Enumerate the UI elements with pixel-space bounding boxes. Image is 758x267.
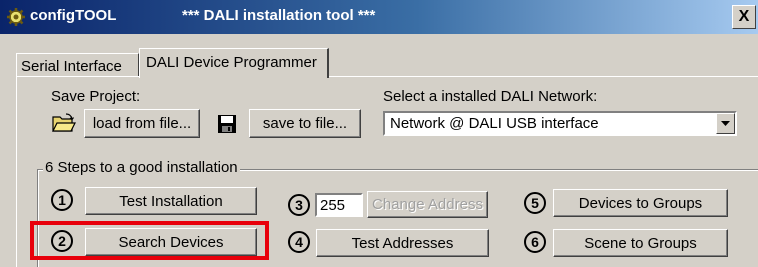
open-folder-icon (52, 113, 76, 137)
step-5-number: 5 (524, 192, 546, 214)
network-select[interactable]: Network @ DALI USB interface (383, 111, 737, 136)
address-input[interactable]: 255 (315, 193, 363, 217)
search-devices-highlight (30, 221, 269, 260)
window-title: configTOOL (30, 7, 117, 24)
save-to-file-button[interactable]: save to file... (249, 109, 361, 138)
dropdown-button[interactable] (716, 113, 735, 134)
gear-icon (6, 7, 26, 27)
save-project-label: Save Project: (51, 88, 141, 105)
steps-group-title: 6 Steps to a good installation (43, 159, 240, 176)
chevron-down-icon (721, 121, 730, 126)
floppy-disk-icon (217, 114, 237, 138)
window-subtitle: *** DALI installation tool *** (182, 7, 376, 24)
test-addresses-button[interactable]: Test Addresses (316, 229, 489, 257)
network-label: Select a installed DALI Network: (383, 88, 598, 105)
tab-dali-device-programmer[interactable]: DALI Device Programmer (139, 48, 329, 78)
scene-to-groups-button[interactable]: Scene to Groups (553, 229, 728, 257)
change-address-button[interactable]: Change Address (367, 191, 488, 218)
step-3-number: 3 (288, 194, 310, 216)
title-bar: configTOOL *** DALI installation tool **… (0, 0, 758, 34)
test-installation-button[interactable]: Test Installation (85, 187, 257, 215)
devices-to-groups-button[interactable]: Devices to Groups (553, 189, 728, 217)
load-from-file-button[interactable]: load from file... (84, 109, 200, 138)
step-4-number: 4 (288, 231, 310, 253)
close-button[interactable]: X (732, 5, 756, 29)
step-1-number: 1 (51, 189, 73, 211)
tab-serial-interface[interactable]: Serial Interface (16, 53, 139, 77)
step-6-number: 6 (524, 231, 546, 253)
network-select-value: Network @ DALI USB interface (390, 115, 599, 132)
